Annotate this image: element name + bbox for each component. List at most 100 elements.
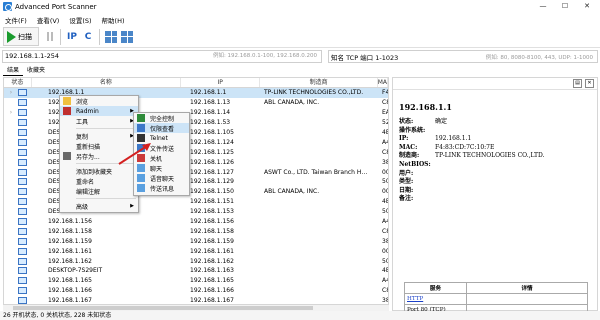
details-fields: 状态: 确定 操作系统: IP: 192.168.1.1 MAC: F4:83:CD:7C:… (399, 118, 591, 204)
details-title: 192.168.1.1 (399, 102, 452, 112)
ip-range-input[interactable]: 192.168.1.1-254 例如: 192.168.0.1-100, 192… (2, 50, 322, 63)
expand-toggle[interactable]: › (4, 109, 18, 116)
detail-value (435, 170, 591, 179)
context-menu-item[interactable]: Radmin ▶ (60, 106, 138, 116)
expand-all-icon[interactable] (105, 30, 117, 43)
ip-class-icon[interactable]: IP (66, 30, 78, 44)
computer-icon (18, 227, 32, 235)
radmin-submenu-item[interactable]: 语音聊天 (134, 173, 189, 183)
app-icon (3, 2, 12, 11)
detail-field: 类型: (399, 178, 591, 187)
print-icon[interactable]: ▤ (573, 79, 582, 88)
port-range-input[interactable]: 知名 TCP 端口 1-1023 例如: 80, 8080-8100, 443,… (328, 50, 598, 63)
table-row[interactable]: 192.168.1.166 192.168.1.166 C8:77:BA:7 (4, 286, 388, 296)
row-ip: 192.168.1.125 (190, 148, 234, 156)
collapse-all-icon[interactable] (121, 30, 133, 43)
close-button[interactable]: ✕ (576, 1, 598, 12)
menu-help[interactable]: 帮助(H) (97, 15, 130, 25)
col-status[interactable]: 状态 (4, 78, 32, 87)
scan-label: 扫描 (18, 32, 32, 41)
menu-view[interactable]: 查看(V) (32, 15, 65, 25)
computer-icon-shape (18, 109, 27, 117)
context-menu-label: 浏览 (76, 98, 89, 106)
save-icon (63, 152, 71, 160)
status-bar: 26 开机状态, 0 关机状态, 228 未知状态 (0, 311, 600, 320)
tab-favorites[interactable]: 收藏夹 (23, 66, 49, 76)
scan-button[interactable]: 扫描 (3, 27, 39, 46)
col-manufacturer[interactable]: 制造商 (260, 78, 378, 87)
detail-value (435, 127, 591, 136)
row-mac: 00:E0:4D:6 (382, 247, 388, 255)
row-mac: 4E:C2:43:B (382, 129, 388, 136)
row-ip: 192.168.1.14 (190, 109, 231, 117)
expand-toggle[interactable]: › (4, 89, 18, 96)
submenu-label: 仅限查看 (150, 125, 175, 133)
computer-icon-shape (18, 99, 27, 107)
computer-icon-shape (18, 218, 27, 226)
context-menu-item[interactable]: 编辑注解 (60, 186, 138, 196)
table-row[interactable]: 192.168.1.162 192.168.1.162 50:EB:F6:9 (4, 256, 388, 266)
row-mac: 50:EB:F6:9 (382, 257, 388, 265)
col-mac[interactable]: MA (378, 78, 388, 87)
submenu-label: 语音聊天 (150, 175, 175, 183)
radmin-submenu-item[interactable]: 完全控制 (134, 113, 189, 123)
context-menu-item[interactable]: 浏览 (60, 96, 138, 106)
row-ip: 192.168.1.129 (190, 178, 234, 186)
computer-icon-shape (18, 277, 27, 285)
col-name[interactable]: 名称 (32, 78, 181, 87)
subnet-c-icon[interactable]: C (82, 30, 94, 44)
detail-field: 备注: (399, 195, 591, 204)
computer-icon (18, 287, 32, 295)
toolbar: 扫描 IP C (0, 26, 600, 48)
table-row[interactable]: 192.168.1.165 192.168.1.165 A4:E8:5A:5 (4, 276, 388, 286)
computer-icon-shape (18, 129, 27, 136)
computer-icon-shape (18, 257, 27, 265)
table-row[interactable]: 192.168.1.158 192.168.1.158 C8:77:BA:7 (4, 226, 388, 236)
toolbar-separator (99, 28, 100, 45)
col-ip[interactable]: IP (181, 78, 261, 87)
table-row[interactable]: DESKTOP-7S29EIT 192.168.1.163 4E:C2:43:B (4, 266, 388, 276)
tab-results[interactable]: 结果 (3, 66, 24, 76)
menu-settings[interactable]: 设置(S) (64, 15, 96, 25)
detail-value: 192.168.1.1 (435, 135, 472, 143)
computer-icon (18, 99, 32, 107)
computer-icon (18, 297, 32, 304)
table-row[interactable]: 192.168.1.167 192.168.1.167 38:17:C3:E (4, 296, 388, 304)
detail-field: 操作系统: (399, 127, 591, 136)
row-ip: 192.168.1.126 (190, 158, 234, 166)
maximize-button[interactable]: ☐ (554, 1, 576, 12)
detail-key: 操作系统: (399, 126, 426, 134)
pause-button[interactable] (43, 30, 57, 44)
context-menu-item[interactable]: 重命名 (60, 176, 138, 186)
table-row[interactable]: 192.168.1.159 192.168.1.159 38:17:C3:E (4, 236, 388, 246)
submenu-label: 完全控制 (150, 115, 175, 123)
computer-icon-shape (18, 297, 27, 304)
row-mac: C8:77:BA:7 (382, 148, 388, 156)
context-menu-label: 添加到收藏夹 (76, 168, 113, 176)
table-row[interactable]: 192.168.1.161 192.168.1.161 00:E0:4D:6 (4, 246, 388, 256)
service-detail (466, 293, 588, 305)
row-ip: 192.168.1.13 (190, 99, 231, 107)
context-menu-item[interactable]: 工具▶ (60, 116, 138, 126)
radmin-submenu-item[interactable]: 仅限查看 (134, 123, 189, 133)
minimize-button[interactable]: — (532, 1, 554, 12)
service-link[interactable]: HTTP (403, 293, 468, 305)
row-manufacturer: ASWT Co., LTD. Taiwan Branch H… (264, 168, 368, 176)
computer-icon-shape (18, 178, 27, 186)
context-menu-label: 复制 (76, 133, 89, 141)
close-panel-icon[interactable]: ✕ (585, 79, 594, 88)
computer-icon (18, 109, 32, 117)
menu-file[interactable]: 文件(F) (0, 15, 32, 25)
scrollbar-thumb[interactable] (13, 306, 313, 310)
details-toolbar: ▤ ✕ (393, 78, 597, 90)
table-row[interactable]: 192.168.1.156 192.168.1.156 A4:E8:5A:5 (4, 217, 388, 227)
detail-key: 状态: (399, 118, 414, 125)
context-menu-item[interactable]: 高级 ▶ (60, 201, 138, 211)
detail-value: TP-LINK TECHNOLOGIES CO.,LTD. (435, 152, 545, 160)
detail-value (435, 195, 591, 204)
detail-field: 状态: 确定 (399, 118, 591, 127)
computer-icon (18, 247, 32, 255)
computer-icon-shape (18, 89, 27, 97)
radmin-submenu-item[interactable]: 传送讯息 (134, 183, 189, 193)
computer-icon (18, 237, 32, 245)
